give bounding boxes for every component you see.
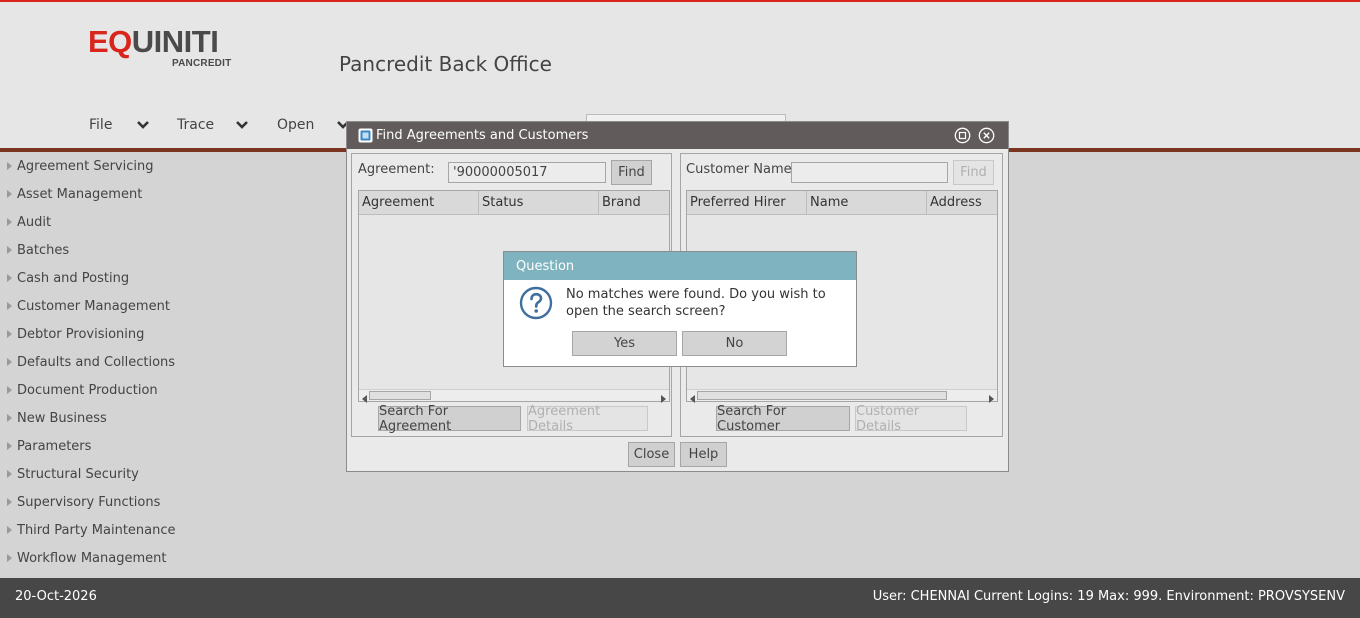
triangle-right-icon (0, 554, 17, 562)
scroll-right-icon[interactable] (987, 392, 995, 403)
triangle-right-icon (0, 330, 17, 338)
chevron-down-icon[interactable] (136, 120, 150, 130)
close-button[interactable]: Close (628, 442, 675, 467)
help-button[interactable]: Help (680, 442, 727, 467)
customer-grid-header: Preferred Hirer Name Address (687, 191, 997, 215)
agreement-grid-header: Agreement Status Brand (359, 191, 669, 215)
app-title: Pancredit Back Office (339, 52, 552, 76)
triangle-right-icon (0, 386, 17, 394)
triangle-right-icon (0, 358, 17, 366)
sidebar-item-defaults-and-collections[interactable]: Defaults and Collections (0, 352, 175, 372)
yes-button[interactable]: Yes (572, 331, 677, 356)
menu-open[interactable]: Open (277, 117, 314, 133)
scroll-left-icon[interactable] (689, 392, 697, 403)
logo-wordmark: EQUINITI (88, 24, 219, 59)
agreement-label: Agreement: (358, 162, 435, 177)
status-bar: 20-Oct-2026 User: CHENNAI Current Logins… (0, 578, 1360, 618)
customer-details-button[interactable]: Customer Details (855, 404, 967, 434)
customer-name-label: Customer Name: (686, 162, 797, 177)
column-header-name[interactable]: Name (807, 191, 927, 215)
sidebar-item-new-business[interactable]: New Business (0, 408, 107, 428)
column-header-preferred-hirer[interactable]: Preferred Hirer (687, 191, 807, 215)
triangle-right-icon (0, 302, 17, 310)
chevron-down-icon[interactable] (235, 120, 249, 130)
question-message: No matches were found. Do you wish to op… (566, 287, 826, 319)
column-header-address[interactable]: Address (927, 191, 997, 215)
sidebar-item-batches[interactable]: Batches (0, 240, 69, 260)
close-icon[interactable] (978, 127, 995, 144)
triangle-right-icon (0, 274, 17, 282)
sidebar-item-supervisory-functions[interactable]: Supervisory Functions (0, 492, 160, 512)
sidebar-item-customer-management[interactable]: Customer Management (0, 296, 170, 316)
agreement-find-button[interactable]: Find (611, 160, 652, 185)
horizontal-scrollbar[interactable] (687, 389, 997, 403)
column-header-brand[interactable]: Brand (599, 191, 669, 215)
triangle-right-icon (0, 162, 17, 170)
question-mark-icon (519, 286, 553, 320)
triangle-right-icon (0, 190, 17, 198)
scroll-thumb[interactable] (369, 391, 431, 400)
scroll-left-icon[interactable] (361, 392, 369, 403)
sidebar-item-third-party-maintenance[interactable]: Third Party Maintenance (0, 520, 176, 540)
triangle-right-icon (0, 442, 17, 450)
sidebar-item-document-production[interactable]: Document Production (0, 380, 158, 400)
no-button[interactable]: No (682, 331, 787, 356)
dialog-title: Find Agreements and Customers (376, 128, 589, 143)
agreement-details-button[interactable]: Agreement Details (527, 404, 648, 434)
menu-trace[interactable]: Trace (177, 117, 214, 133)
triangle-right-icon (0, 414, 17, 422)
horizontal-scrollbar[interactable] (359, 389, 669, 403)
sidebar-item-debtor-provisioning[interactable]: Debtor Provisioning (0, 324, 144, 344)
triangle-right-icon (0, 246, 17, 254)
sidebar-item-cash-and-posting[interactable]: Cash and Posting (0, 268, 129, 288)
search-for-customer-button[interactable]: Search For Customer (716, 404, 850, 434)
triangle-right-icon (0, 498, 17, 506)
customer-find-button[interactable]: Find (953, 160, 994, 185)
column-header-status[interactable]: Status (479, 191, 599, 215)
column-header-agreement[interactable]: Agreement (359, 191, 479, 215)
sidebar-item-agreement-servicing[interactable]: Agreement Servicing (0, 156, 153, 176)
dialog-titlebar[interactable]: Find Agreements and Customers (347, 122, 1008, 149)
sidebar-item-audit[interactable]: Audit (0, 212, 51, 232)
equiniti-logo: EQUINITI PANCREDIT (88, 24, 231, 70)
scroll-thumb[interactable] (697, 391, 947, 400)
question-title[interactable]: Question (504, 252, 856, 280)
scroll-right-icon[interactable] (659, 392, 667, 403)
logo-subtitle: PANCREDIT (172, 58, 232, 69)
triangle-right-icon (0, 218, 17, 226)
menu-file[interactable]: File (89, 117, 112, 133)
status-date: 20-Oct-2026 (15, 589, 97, 604)
triangle-right-icon (0, 470, 17, 478)
search-for-agreement-button[interactable]: Search For Agreement (378, 404, 521, 434)
sidebar-item-workflow-management[interactable]: Workflow Management (0, 548, 166, 568)
maximize-icon[interactable] (954, 127, 971, 144)
customer-name-input[interactable] (791, 162, 948, 183)
app-window-icon (358, 128, 373, 143)
triangle-right-icon (0, 526, 17, 534)
sidebar-item-asset-management[interactable]: Asset Management (0, 184, 142, 204)
sidebar-item-parameters[interactable]: Parameters (0, 436, 91, 456)
sidebar-item-structural-security[interactable]: Structural Security (0, 464, 139, 484)
question-dialog: Question No matches were found. Do you w… (503, 251, 857, 367)
status-info: User: CHENNAI Current Logins: 19 Max: 99… (872, 589, 1345, 604)
agreement-input[interactable]: '90000005017 (448, 162, 606, 183)
